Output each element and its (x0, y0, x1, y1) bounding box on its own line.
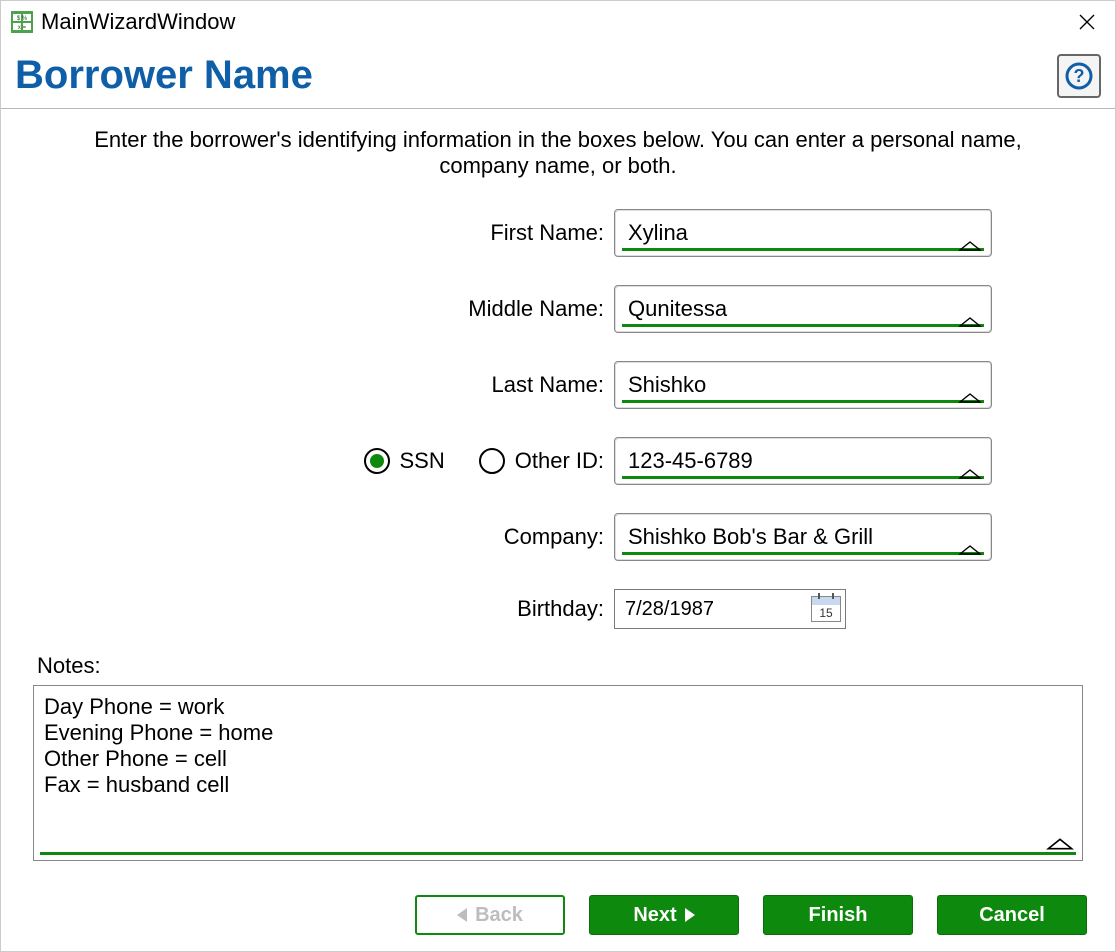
edit-indicator-icon (958, 468, 982, 480)
next-button-label: Next (633, 904, 676, 927)
wizard-header: Borrower Name ? (1, 43, 1115, 109)
id-value-field-wrap (614, 437, 992, 485)
notes-section: Notes: (33, 653, 1083, 861)
first-name-field-wrap (614, 209, 992, 257)
cancel-button[interactable]: Cancel (937, 895, 1087, 935)
wizard-content: Enter the borrower's identifying informa… (1, 109, 1115, 879)
company-field-wrap (614, 513, 992, 561)
calendar-picker-button[interactable]: 15 (811, 596, 841, 622)
edit-indicator-icon (958, 240, 982, 252)
birthday-label: Birthday: (124, 596, 614, 622)
input-underline (622, 476, 984, 479)
last-name-label: Last Name: (124, 372, 614, 398)
edit-indicator-icon (958, 544, 982, 556)
radio-icon (479, 448, 505, 474)
calendar-day-label: 15 (819, 605, 832, 621)
finish-button[interactable]: Finish (763, 895, 913, 935)
help-button[interactable]: ? (1057, 54, 1101, 98)
edit-indicator-icon (958, 316, 982, 328)
edit-indicator-icon (1046, 837, 1074, 856)
window-title: MainWizardWindow (41, 9, 235, 35)
titlebar: $ % x = MainWizardWindow (1, 1, 1115, 43)
close-icon (1079, 14, 1095, 30)
svg-text:x =: x = (18, 25, 27, 31)
triangle-left-icon (457, 908, 467, 922)
form-area: First Name: Middle Name: Last Name: (33, 209, 1083, 629)
ssn-radio-label: SSN (400, 448, 445, 474)
back-button: Back (415, 895, 565, 935)
notes-label: Notes: (37, 653, 1083, 679)
main-window: $ %x = MainWizardWindow Borrower Name ? … (0, 0, 1116, 952)
notes-field-wrap (33, 685, 1083, 861)
middle-name-field-wrap (614, 285, 992, 333)
input-underline (622, 552, 984, 555)
svg-text:$ %: $ % (17, 16, 28, 22)
wizard-footer: Back Next Finish Cancel (1, 879, 1115, 951)
birthday-input[interactable] (623, 597, 773, 622)
id-type-group: SSN Other ID: (124, 448, 614, 474)
cancel-button-label: Cancel (979, 904, 1045, 927)
svg-text:?: ? (1074, 66, 1085, 86)
first-name-label: First Name: (124, 220, 614, 246)
instructions-text: Enter the borrower's identifying informa… (88, 127, 1028, 179)
notes-textarea[interactable] (34, 686, 1082, 860)
input-underline (40, 852, 1076, 855)
page-title: Borrower Name (15, 53, 313, 98)
triangle-right-icon (685, 908, 695, 922)
company-label: Company: (124, 524, 614, 550)
calendar-icon (812, 597, 840, 605)
next-button[interactable]: Next (589, 895, 739, 935)
ssn-radio[interactable]: SSN (364, 448, 445, 474)
back-button-label: Back (475, 904, 523, 927)
finish-button-label: Finish (809, 904, 868, 927)
input-underline (622, 400, 984, 403)
spreadsheet-icon: $ % x = (11, 11, 33, 33)
last-name-field-wrap (614, 361, 992, 409)
help-icon: ? (1064, 61, 1094, 91)
other-id-radio-label: Other ID: (515, 448, 604, 474)
edit-indicator-icon (958, 392, 982, 404)
other-id-radio[interactable]: Other ID: (479, 448, 604, 474)
input-underline (622, 324, 984, 327)
close-button[interactable] (1069, 7, 1105, 37)
birthday-field: 15 (614, 589, 846, 629)
input-underline (622, 248, 984, 251)
radio-icon (364, 448, 390, 474)
middle-name-label: Middle Name: (124, 296, 614, 322)
